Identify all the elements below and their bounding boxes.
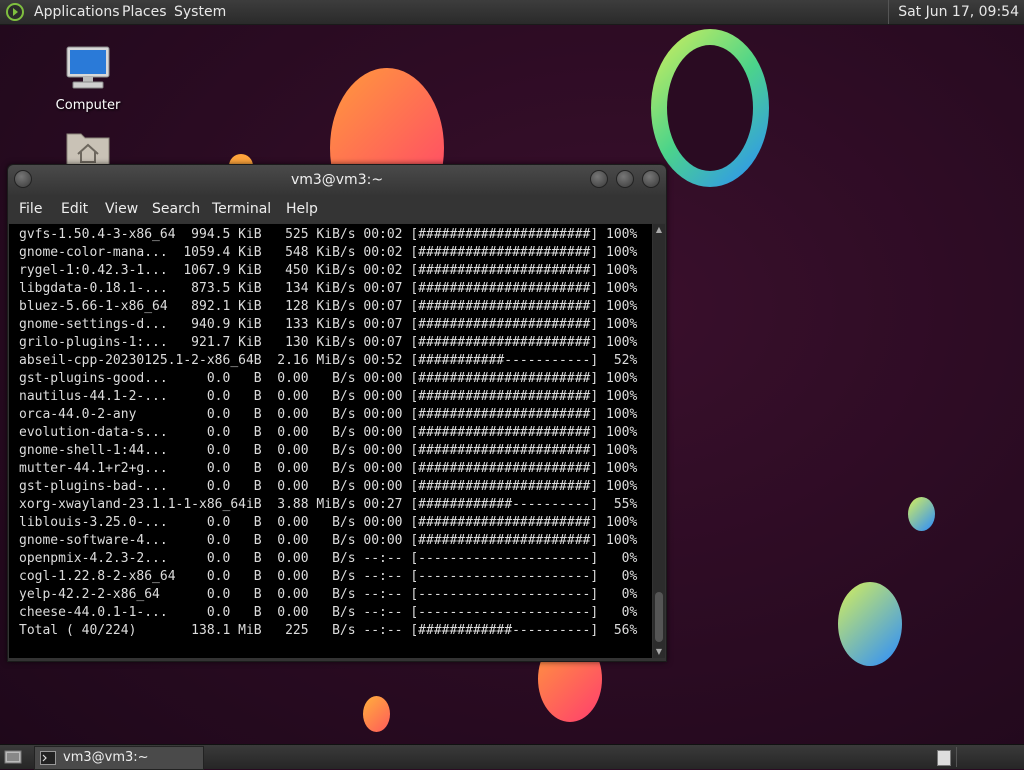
terminal-line: mutter-44.1+r2+g... 0.0 B 0.00 B/s 00:00… <box>19 461 638 476</box>
wallpaper-tiny-orange-oval <box>363 696 390 732</box>
scrollbar-thumb[interactable] <box>655 592 663 642</box>
scroll-down-arrow-icon[interactable]: ▼ <box>653 646 665 658</box>
terminal-line: gnome-software-4... 0.0 B 0.00 B/s 00:00… <box>19 533 638 548</box>
menu-system[interactable]: System <box>174 0 226 24</box>
window-title: vm3@vm3:~ <box>290 172 384 188</box>
terminal-window: vm3@vm3:~ File Edit View Search Terminal… <box>7 164 667 662</box>
terminal-line-total: Total ( 40/224) 138.1 MiB 225 B/s --:-- … <box>19 623 638 638</box>
terminal-line: xorg-xwayland-23.1.1-1-x86_64iB 3.88 MiB… <box>19 497 638 512</box>
scroll-up-arrow-icon[interactable]: ▲ <box>653 224 665 236</box>
terminal-line: gnome-shell-1:44... 0.0 B 0.00 B/s 00:00… <box>19 443 638 458</box>
menu-search[interactable]: Search <box>152 195 200 223</box>
clock-text: Sat Jun 17, 09:54 <box>898 4 1019 20</box>
menu-edit[interactable]: Edit <box>61 195 88 223</box>
wallpaper-blue-dot <box>908 497 935 531</box>
distro-logo-icon[interactable] <box>6 3 24 21</box>
terminal-line: nautilus-44.1-2-... 0.0 B 0.00 B/s 00:00… <box>19 389 638 404</box>
menu-file[interactable]: File <box>19 195 42 223</box>
terminal-line: evolution-data-s... 0.0 B 0.00 B/s 00:00… <box>19 425 638 440</box>
window-menu-button[interactable] <box>14 170 32 188</box>
terminal-line: cheese-44.0.1-1-... 0.0 B 0.00 B/s --:--… <box>19 605 638 620</box>
bottom-panel: vm3@vm3:~ <box>0 744 1024 770</box>
menu-terminal[interactable]: Terminal <box>212 195 271 223</box>
terminal-line: abseil-cpp-20230125.1-2-x86_64B 2.16 MiB… <box>19 353 638 368</box>
terminal-line: liblouis-3.25.0-... 0.0 B 0.00 B/s 00:00… <box>19 515 638 530</box>
computer-icon <box>66 46 110 89</box>
home-folder-icon <box>66 133 110 167</box>
clock[interactable]: Sat Jun 17, 09:54 <box>888 0 1024 24</box>
terminal-icon <box>40 751 56 765</box>
wallpaper-ring <box>651 29 769 187</box>
wallpaper-green-blue-oval <box>838 582 902 666</box>
desktop-icon-computer[interactable]: Computer <box>52 44 124 113</box>
terminal-line: bluez-5.66-1-x86_64 892.1 KiB 128 KiB/s … <box>19 299 638 314</box>
terminal-line: gst-plugins-good... 0.0 B 0.00 B/s 00:00… <box>19 371 638 386</box>
top-panel: Applications Places System Sat Jun 17, 0… <box>0 0 1024 25</box>
maximize-button[interactable] <box>616 170 634 188</box>
menu-applications[interactable]: Applications <box>34 0 120 24</box>
workspace-switcher-2[interactable] <box>956 747 1023 767</box>
terminal-line: gnome-settings-d... 940.9 KiB 133 KiB/s … <box>19 317 638 332</box>
terminal-titlebar[interactable]: vm3@vm3:~ <box>8 165 666 195</box>
terminal-menubar: File Edit View Search Terminal Help <box>8 195 666 223</box>
taskbar-item-terminal[interactable]: vm3@vm3:~ <box>34 746 204 770</box>
menu-view[interactable]: View <box>105 195 138 223</box>
terminal-line: gvfs-1.50.4-3-x86_64 994.5 KiB 525 KiB/s… <box>19 227 638 242</box>
minimize-button[interactable] <box>590 170 608 188</box>
terminal-line: cogl-1.22.8-2-x86_64 0.0 B 0.00 B/s --:-… <box>19 569 638 584</box>
menu-help[interactable]: Help <box>286 195 318 223</box>
terminal-line: gst-plugins-bad-... 0.0 B 0.00 B/s 00:00… <box>19 479 638 494</box>
terminal-line: orca-44.0-2-any 0.0 B 0.00 B/s 00:00 [##… <box>19 407 638 422</box>
terminal-line: gnome-color-mana... 1059.4 KiB 548 KiB/s… <box>19 245 638 260</box>
taskbar-item-label: vm3@vm3:~ <box>63 750 149 765</box>
terminal-line: rygel-1:0.42.3-1... 1067.9 KiB 450 KiB/s… <box>19 263 638 278</box>
terminal-line: openpmix-4.2.3-2... 0.0 B 0.00 B/s --:--… <box>19 551 638 566</box>
terminal-line: libgdata-0.18.1-... 873.5 KiB 134 KiB/s … <box>19 281 638 296</box>
terminal-output[interactable]: gvfs-1.50.4-3-x86_64 994.5 KiB 525 KiB/s… <box>9 224 652 658</box>
menu-places[interactable]: Places <box>122 0 167 24</box>
show-desktop-icon[interactable] <box>4 749 22 765</box>
terminal-line: yelp-42.2-2-x86_64 0.0 B 0.00 B/s --:-- … <box>19 587 638 602</box>
close-button[interactable] <box>642 170 660 188</box>
terminal-line: grilo-plugins-1:... 921.7 KiB 130 KiB/s … <box>19 335 638 350</box>
desktop-icon-computer-label: Computer <box>55 98 121 113</box>
workspace-switcher-1[interactable] <box>937 750 951 766</box>
terminal-scrollbar[interactable]: ▲ ▼ <box>653 224 665 658</box>
